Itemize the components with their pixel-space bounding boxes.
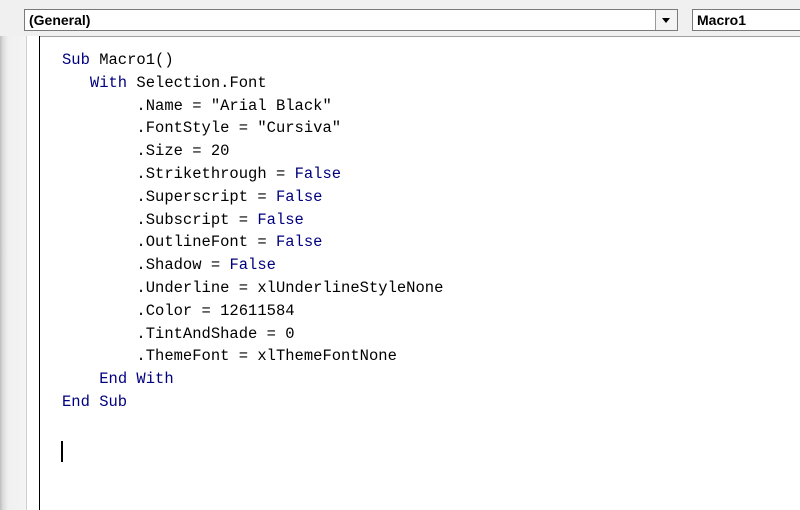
code-text: .Shadow = xyxy=(136,256,230,275)
code-line[interactable]: End With xyxy=(62,368,782,391)
code-line[interactable]: .Shadow = False xyxy=(62,254,782,277)
procedure-dropdown-value: Macro1 xyxy=(697,12,747,28)
code-keyword: False xyxy=(275,187,323,206)
vba-code-window: (General) Macro1 Sub Macro1() With Selec… xyxy=(0,0,800,510)
code-line[interactable]: .Strikethrough = False xyxy=(62,163,782,186)
object-dropdown-value: (General) xyxy=(29,12,91,28)
code-line[interactable]: .TintAndShade = 0 xyxy=(62,323,782,346)
object-dropdown[interactable]: (General) xyxy=(24,9,678,31)
code-line[interactable]: End Sub xyxy=(62,391,782,414)
code-text: .Superscript = xyxy=(136,187,276,206)
code-keyword: False xyxy=(229,256,276,275)
code-line[interactable]: .Superscript = False xyxy=(62,186,782,209)
code-text: .Underline = xlUnderlineStyleNone xyxy=(136,278,444,297)
code-text: .FontStyle = "Cursiva" xyxy=(136,119,342,138)
code-line[interactable]: .Name = "Arial Black" xyxy=(62,95,782,118)
window-frame xyxy=(0,36,26,510)
code-keyword: Sub xyxy=(62,51,90,69)
code-line[interactable]: With Selection.Font xyxy=(62,72,782,95)
code-keyword: With xyxy=(89,73,128,92)
procedure-dropdown[interactable]: Macro1 xyxy=(692,9,800,31)
code-line[interactable]: .OutlineFont = False xyxy=(62,231,782,254)
code-keyword: False xyxy=(275,233,323,252)
code-editor[interactable]: Sub Macro1() With Selection.Font .Name =… xyxy=(62,49,782,414)
code-line[interactable]: .FontStyle = "Cursiva" xyxy=(62,117,782,140)
chevron-down-icon[interactable] xyxy=(655,10,677,30)
code-text: .TintAndShade = 0 xyxy=(136,324,295,343)
code-keyword: False xyxy=(257,210,304,229)
code-text: .Size = 20 xyxy=(136,142,230,161)
code-line[interactable]: .Color = 12611584 xyxy=(62,300,782,323)
code-line[interactable]: Sub Macro1() xyxy=(62,49,782,72)
code-line[interactable]: .Underline = xlUnderlineStyleNone xyxy=(62,277,782,300)
code-keyword: End Sub xyxy=(62,392,128,411)
code-text: .OutlineFont = xyxy=(136,233,276,252)
text-cursor xyxy=(61,441,63,462)
code-window-toolbar: (General) Macro1 xyxy=(0,0,800,37)
code-text: Selection.Font xyxy=(127,73,267,92)
code-text: .Subscript = xyxy=(136,210,258,229)
code-margin-indicator-bar[interactable] xyxy=(26,36,40,510)
code-keyword: End With xyxy=(99,370,174,389)
code-text: .ThemeFont = xlThemeFontNone xyxy=(136,347,397,366)
code-text: .Strikethrough = xyxy=(136,164,295,183)
code-keyword: False xyxy=(294,164,342,183)
code-text: Macro1() xyxy=(89,51,174,69)
code-line[interactable]: .Subscript = False xyxy=(62,209,782,232)
code-line[interactable]: .ThemeFont = xlThemeFontNone xyxy=(62,345,782,368)
code-text: .Color = 12611584 xyxy=(136,301,295,320)
code-line[interactable]: .Size = 20 xyxy=(62,140,782,163)
code-text: .Name = "Arial Black" xyxy=(136,96,332,115)
